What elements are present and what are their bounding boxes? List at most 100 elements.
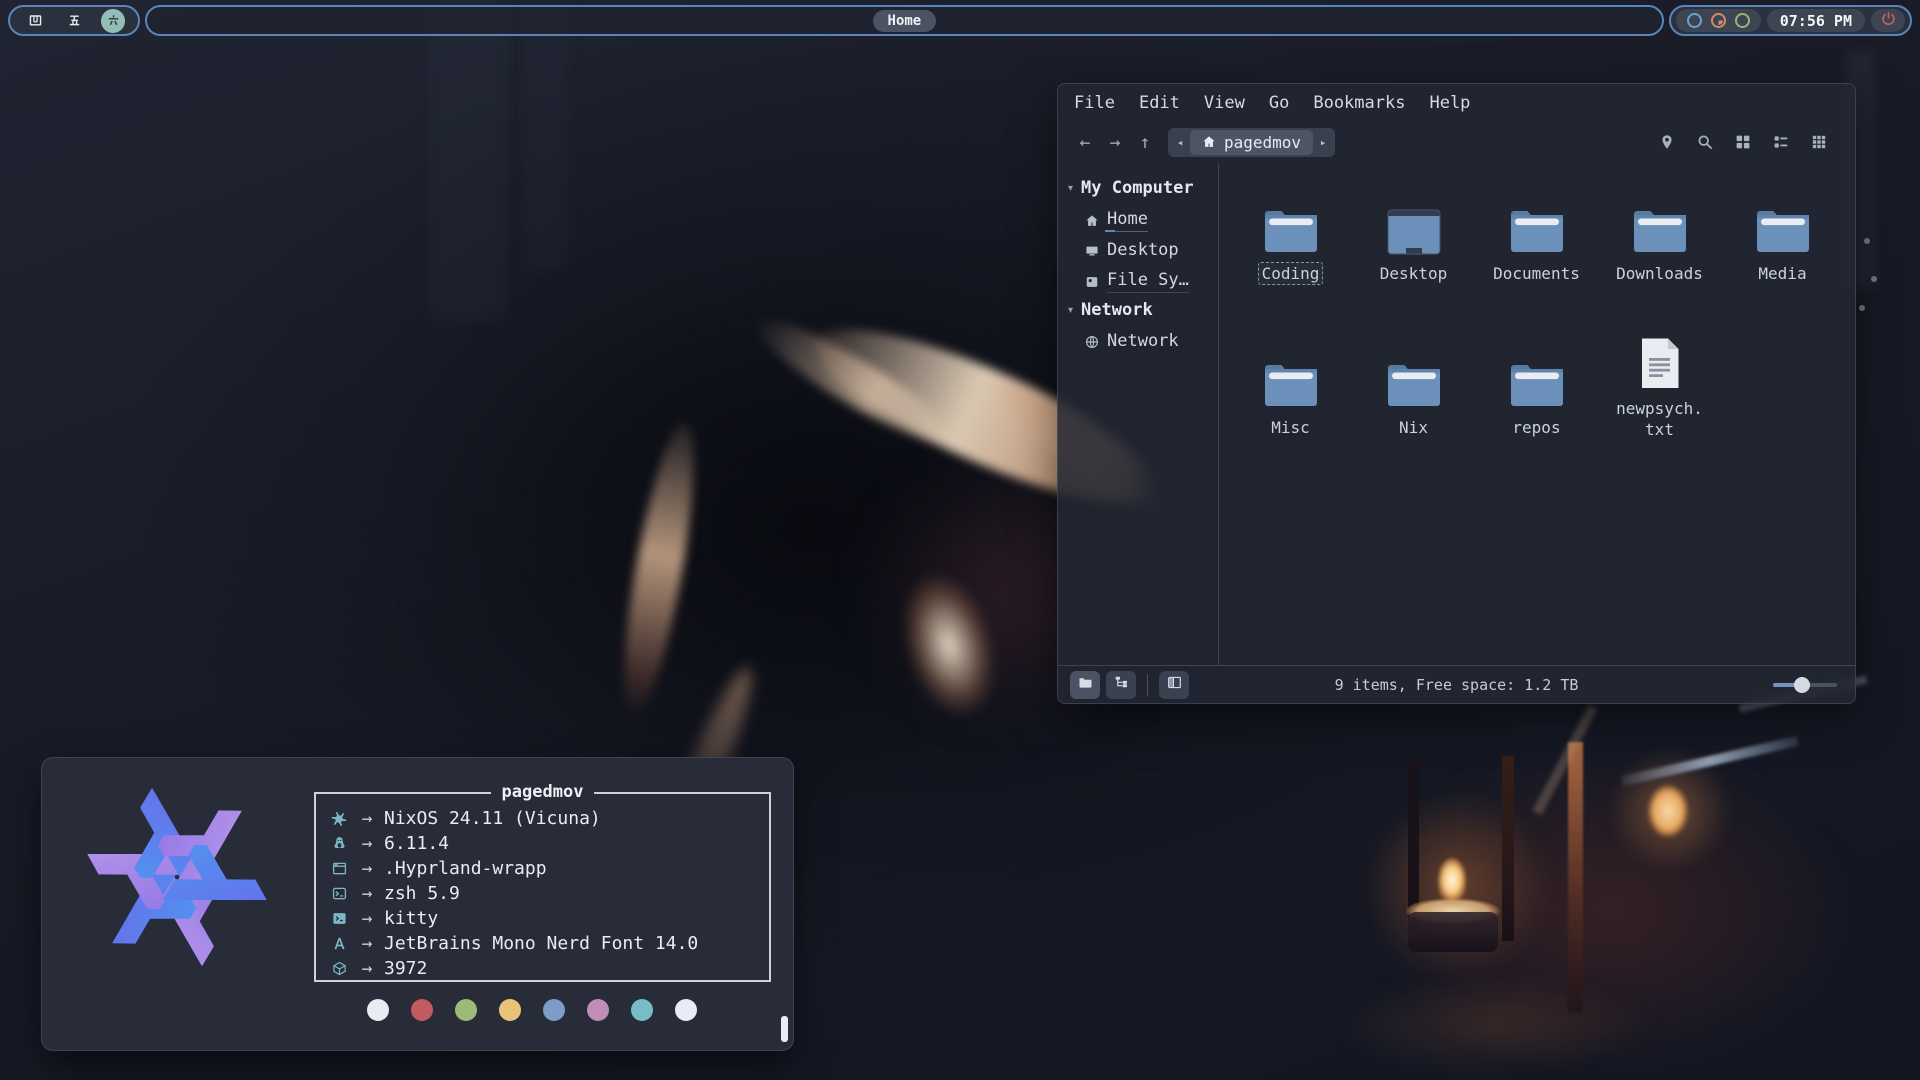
tree-view-icon <box>1114 675 1129 694</box>
text-icon <box>1639 337 1681 390</box>
side-pane-icon <box>1167 675 1182 694</box>
power-button[interactable] <box>1871 9 1905 32</box>
tree-view-mode-button[interactable] <box>1106 671 1136 699</box>
side-pane-toggle-button[interactable] <box>1159 671 1189 699</box>
zoom-slider[interactable] <box>1773 677 1837 693</box>
file-documents[interactable]: Documents <box>1478 183 1596 285</box>
forward-button[interactable]: → <box>1100 132 1130 153</box>
icon-view-icon[interactable] <box>1734 134 1751 151</box>
zoom-slider-knob[interactable] <box>1794 677 1810 693</box>
workspace-glyph-si-icon <box>28 13 43 28</box>
folder-view[interactable]: Coding Desktop Documents Downloads Media… <box>1219 163 1855 665</box>
icon-view-mode-button[interactable] <box>1070 671 1100 699</box>
file-label: newpsych.txt <box>1612 397 1708 441</box>
fetch-hostname: pagedmov <box>491 782 595 802</box>
file-label: repos <box>1508 416 1564 439</box>
search-icon[interactable] <box>1696 134 1713 151</box>
terminal-scrollbar[interactable] <box>781 1016 788 1042</box>
workspace-si[interactable] <box>23 9 47 33</box>
palette-dot-4 <box>543 999 565 1021</box>
menu-view[interactable]: View <box>1204 93 1245 113</box>
path-scroll-right[interactable]: ▸ <box>1313 136 1333 149</box>
fetch-value: kitty <box>384 908 438 929</box>
tray-pie-orange-icon[interactable] <box>1711 13 1726 28</box>
arrow-glyph: → <box>350 933 384 954</box>
file-coding[interactable]: Coding <box>1232 183 1350 285</box>
fetch-line: → 3972 <box>328 956 759 981</box>
file-desktop[interactable]: Desktop <box>1355 183 1473 285</box>
arrow-glyph: → <box>350 883 384 904</box>
menu-file[interactable]: File <box>1074 93 1115 113</box>
status-module: 07:56 PM <box>1669 5 1912 36</box>
compact-view-icon[interactable] <box>1810 134 1827 151</box>
package-icon <box>328 961 350 976</box>
filesystem-icon <box>1085 274 1100 289</box>
collapse-triangle-icon[interactable]: ▾ <box>1068 183 1073 194</box>
tray-circle-green-icon[interactable] <box>1735 13 1750 28</box>
list-view-icon[interactable] <box>1772 134 1789 151</box>
wm-icon <box>328 861 350 876</box>
file-misc[interactable]: Misc <box>1232 337 1350 439</box>
menu-edit[interactable]: Edit <box>1139 93 1180 113</box>
up-button[interactable]: ↑ <box>1130 132 1160 153</box>
top-bar: Home 07:56 PM <box>8 5 1912 36</box>
folder-icon <box>1754 183 1812 255</box>
active-window-title[interactable]: Home <box>873 10 937 32</box>
workspace-wu[interactable] <box>62 9 86 33</box>
pin-icon[interactable] <box>1658 134 1675 151</box>
fetch-value: 3972 <box>384 958 427 979</box>
path-segment-home[interactable]: pagedmov <box>1190 130 1313 155</box>
file-grid: Coding Desktop Documents Downloads Media… <box>1229 183 1847 439</box>
file-label: Downloads <box>1612 262 1707 285</box>
fetch-info-box: pagedmov → NixOS 24.11 (Vicuna) → 6.11.4… <box>314 792 771 982</box>
back-button[interactable]: ← <box>1070 132 1100 153</box>
file-label: Media <box>1754 262 1810 285</box>
palette <box>367 999 697 1021</box>
sidebar-item-filesy[interactable]: File Sy… <box>1058 264 1218 295</box>
path-scroll-left[interactable]: ◂ <box>1170 136 1190 149</box>
workspaces <box>8 5 140 36</box>
workspace-liu[interactable] <box>101 9 125 33</box>
tray-indicators[interactable] <box>1676 9 1761 32</box>
file-media[interactable]: Media <box>1724 183 1842 285</box>
sidebar: ▾ My Computer Home Desktop File Sy… ▾ Ne… <box>1058 163 1219 665</box>
file-downloads[interactable]: Downloads <box>1601 183 1719 285</box>
font-icon <box>328 936 350 951</box>
terminal-window: pagedmov → NixOS 24.11 (Vicuna) → 6.11.4… <box>41 757 794 1051</box>
file-newpsych.txt[interactable]: newpsych.txt <box>1601 337 1719 439</box>
fetch-value: zsh 5.9 <box>384 883 460 904</box>
desktop-icon <box>1085 244 1100 259</box>
palette-dot-1 <box>411 999 433 1021</box>
folder-icon <box>1508 337 1566 409</box>
menu-help[interactable]: Help <box>1429 93 1470 113</box>
fetch-line: → zsh 5.9 <box>328 881 759 906</box>
fetch-line: → 6.11.4 <box>328 831 759 856</box>
file-repos[interactable]: repos <box>1478 337 1596 439</box>
globe-icon <box>1085 335 1100 350</box>
collapse-triangle-icon[interactable]: ▾ <box>1068 305 1073 316</box>
toolbar-view-icons <box>1658 134 1827 151</box>
fetch-line: → NixOS 24.11 (Vicuna) <box>328 806 759 831</box>
fetch-value: 6.11.4 <box>384 833 449 854</box>
path-label: pagedmov <box>1224 133 1301 152</box>
sidebar-item-network[interactable]: Network <box>1058 325 1218 355</box>
menu-go[interactable]: Go <box>1269 93 1289 113</box>
sidebar-item-home[interactable]: Home <box>1058 203 1218 234</box>
fetch-line: → JetBrains Mono Nerd Font 14.0 <box>328 931 759 956</box>
folder-icon <box>1262 183 1320 255</box>
sidebar-item-desktop[interactable]: Desktop <box>1058 234 1218 264</box>
shell-icon <box>328 886 350 901</box>
sidebar-section-0: ▾ My Computer Home Desktop File Sy… <box>1058 173 1218 295</box>
toolbar: ← → ↑ ◂ pagedmov ▸ <box>1058 121 1855 163</box>
fetch-line: → kitty <box>328 906 759 931</box>
tray-circle-blue-icon[interactable] <box>1687 13 1702 28</box>
menu-bookmarks[interactable]: Bookmarks <box>1313 93 1405 113</box>
folder-icon <box>1508 183 1566 255</box>
menubar: File Edit View Go Bookmarks Help <box>1058 84 1855 121</box>
folder-small-icon <box>1078 675 1093 694</box>
file-nix[interactable]: Nix <box>1355 337 1473 439</box>
palette-dot-7 <box>675 999 697 1021</box>
statusbar: 9 items, Free space: 1.2 TB <box>1058 665 1855 703</box>
palette-dot-2 <box>455 999 477 1021</box>
arrow-glyph: → <box>350 833 384 854</box>
